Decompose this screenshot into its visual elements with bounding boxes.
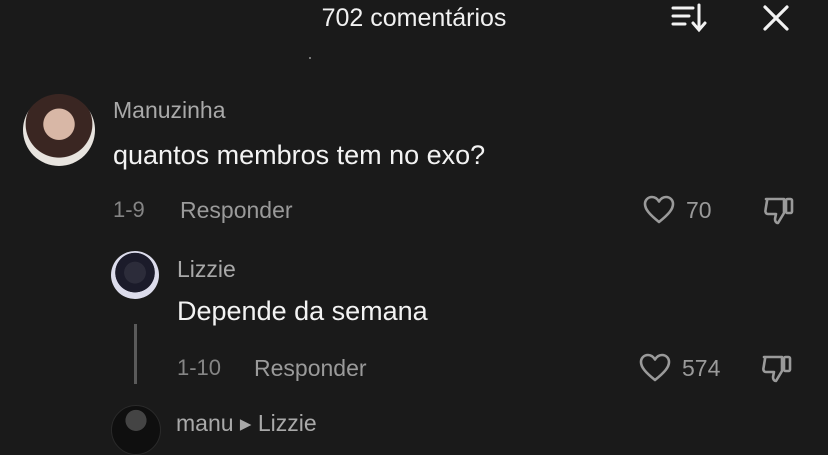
avatar[interactable] [111, 251, 159, 299]
like-count: 70 [686, 197, 712, 223]
reply-date: 1-10 [177, 355, 222, 380]
thread-line [134, 324, 137, 384]
avatar[interactable] [111, 405, 161, 455]
sort-icon[interactable] [665, 0, 711, 36]
header-indicator [309, 57, 311, 59]
comment-text: quantos membros tem no exo? [113, 140, 486, 170]
reply-username[interactable]: manu ▸ Lizzie [176, 409, 317, 437]
thumbs-down-icon[interactable] [760, 192, 798, 228]
comment-date: 1-9 [113, 197, 145, 222]
reply-button[interactable]: Responder [254, 354, 367, 382]
reply-text: Depende da semana [177, 296, 428, 326]
heart-outline-icon[interactable] [636, 350, 674, 386]
avatar[interactable] [23, 94, 95, 166]
like-count: 574 [682, 355, 721, 381]
close-icon[interactable] [754, 0, 798, 36]
thumbs-down-icon[interactable] [758, 350, 796, 386]
heart-outline-icon[interactable] [640, 192, 678, 228]
reply-button[interactable]: Responder [180, 196, 293, 224]
reply-username[interactable]: Lizzie [177, 255, 236, 283]
comment-username[interactable]: Manuzinha [113, 96, 226, 124]
